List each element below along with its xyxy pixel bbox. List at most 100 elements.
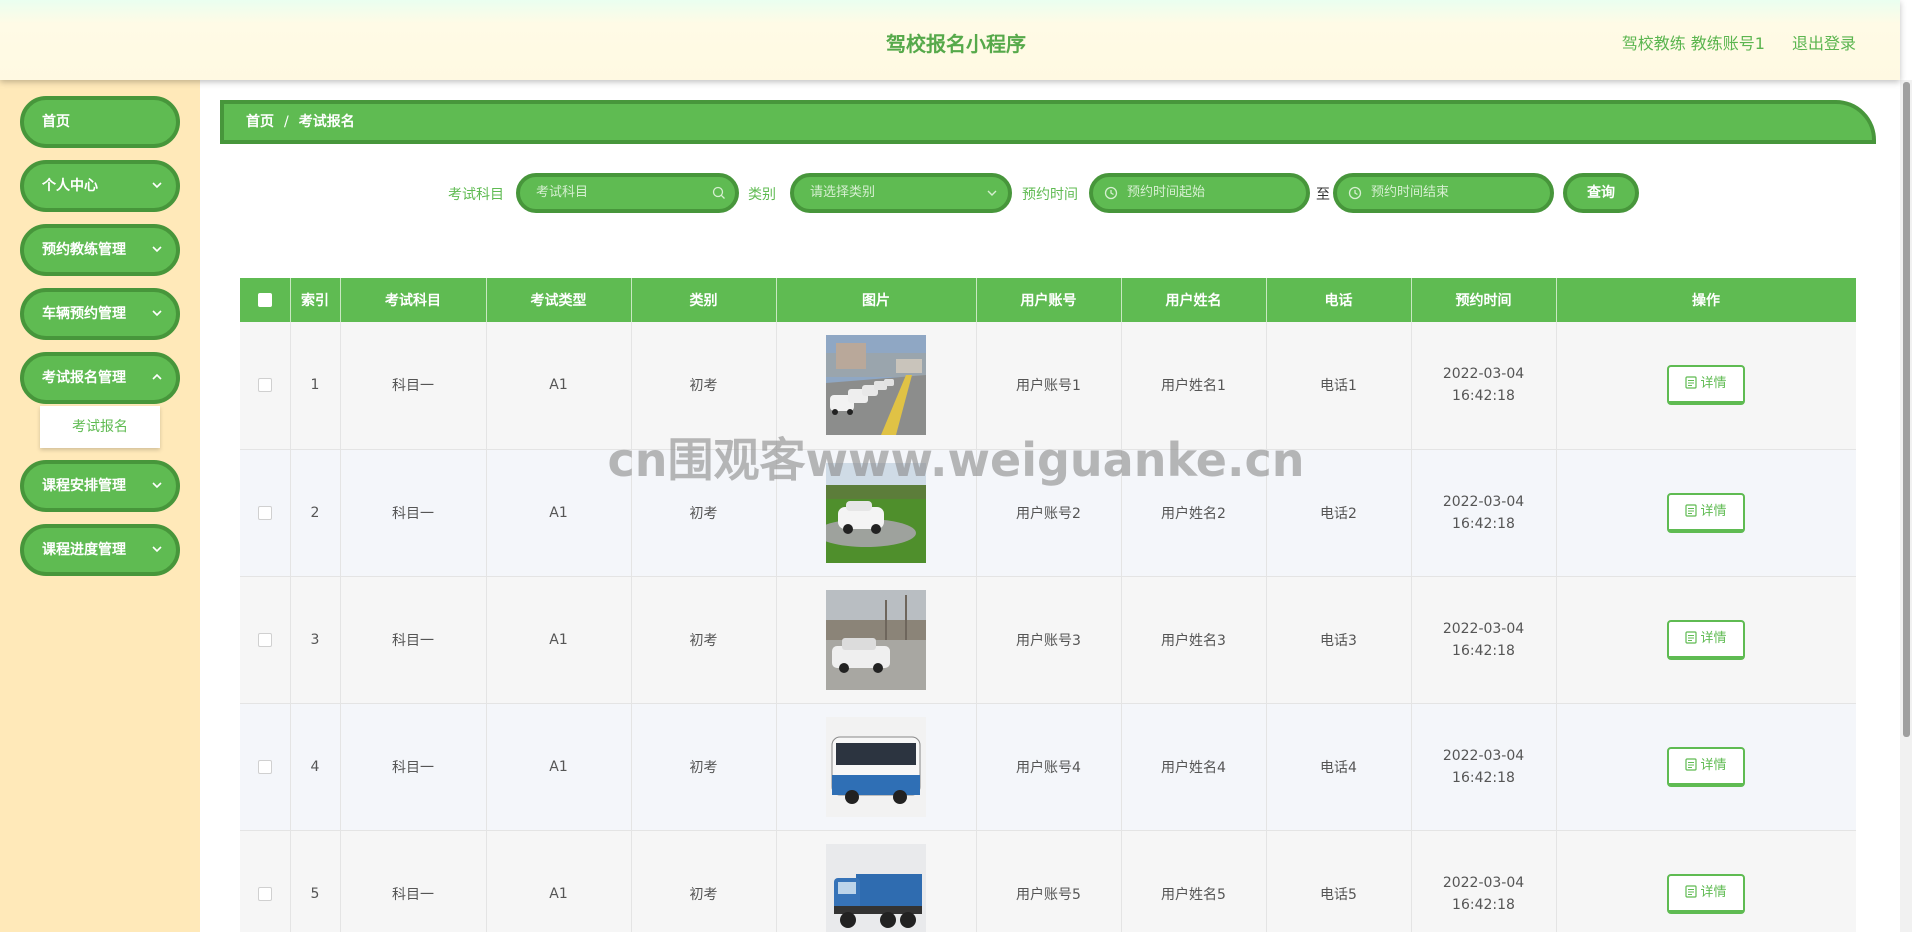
header-category: 类别 — [631, 278, 777, 322]
cell-exam-type: A1 — [486, 576, 632, 704]
cell-exam-type: A1 — [486, 322, 632, 450]
cell-account: 用户账号4 — [976, 703, 1122, 831]
category-select-placeholder: 请选择类别 — [810, 185, 876, 200]
query-button[interactable]: 查询 — [1563, 173, 1639, 213]
cell-time: 2022-03-04 16:42:18 — [1411, 830, 1557, 932]
sidebar-item-course-progress[interactable]: 课程进度管理 — [20, 524, 180, 576]
logout-link[interactable]: 退出登录 — [1792, 30, 1856, 54]
table-row: 4 科目一 A1 初考 用户账号4 用户姓名4 电话4 2022-03-04 1… — [240, 703, 1856, 831]
sidebar-item-exam-registration[interactable]: 考试报名管理 — [20, 352, 180, 404]
cell-name: 用户姓名3 — [1121, 576, 1267, 704]
breadcrumb-separator: / — [284, 114, 289, 130]
cell-action: 详情 — [1556, 703, 1856, 831]
document-icon — [1685, 884, 1698, 898]
cell-account: 用户账号2 — [976, 449, 1122, 577]
time-filter-label: 预约时间 — [1022, 187, 1078, 203]
row-checkbox-cell — [240, 449, 291, 577]
clock-icon — [1348, 186, 1362, 200]
cell-name: 用户姓名2 — [1121, 449, 1267, 577]
cell-index: 3 — [290, 576, 341, 704]
header-checkbox-cell — [240, 278, 291, 322]
cell-category: 初考 — [631, 703, 777, 831]
sidebar-item-coach-booking[interactable]: 预约教练管理 — [20, 224, 180, 276]
detail-button-label: 详情 — [1700, 630, 1727, 646]
cell-index: 1 — [290, 322, 341, 450]
table-row: 2 科目一 A1 初考 用户账号2 用户姓名2 电话2 2022-03-04 1… — [240, 449, 1856, 577]
sidebar-item-label: 车辆预约管理 — [42, 306, 126, 322]
sidebar-item-home[interactable]: 首页 — [20, 96, 180, 148]
category-filter-label: 类别 — [748, 187, 776, 203]
header-time: 预约时间 — [1411, 278, 1557, 322]
scrollbar-thumb[interactable] — [1903, 82, 1910, 737]
cell-category: 初考 — [631, 449, 777, 577]
cell-name: 用户姓名4 — [1121, 703, 1267, 831]
header-phone: 电话 — [1266, 278, 1412, 322]
subject-input[interactable]: 考试科目 — [516, 173, 739, 213]
subject-filter-label: 考试科目 — [448, 187, 504, 203]
row-checkbox[interactable] — [257, 632, 272, 647]
cell-phone: 电话3 — [1266, 576, 1412, 704]
end-time-input[interactable]: 预约时间结束 — [1333, 173, 1554, 213]
category-select[interactable]: 请选择类别 — [790, 173, 1012, 213]
detail-button[interactable]: 详情 — [1667, 492, 1745, 533]
detail-button[interactable]: 详情 — [1667, 746, 1745, 787]
white-car-on-grass-image — [826, 462, 926, 563]
detail-button-label: 详情 — [1700, 503, 1727, 519]
cell-image — [776, 449, 977, 577]
cell-subject: 科目一 — [340, 449, 487, 577]
sidebar-item-course-schedule[interactable]: 课程安排管理 — [20, 460, 180, 512]
detail-button[interactable]: 详情 — [1667, 619, 1745, 660]
cell-action: 详情 — [1556, 830, 1856, 932]
row-checkbox[interactable] — [257, 505, 272, 520]
cell-category: 初考 — [631, 576, 777, 704]
row-checkbox-cell — [240, 576, 291, 704]
header-image: 图片 — [776, 278, 977, 322]
sidebar-item-personal-center[interactable]: 个人中心 — [20, 160, 180, 212]
cell-index: 4 — [290, 703, 341, 831]
chevron-down-icon — [152, 482, 162, 489]
detail-button[interactable]: 详情 — [1667, 365, 1745, 406]
header-subject: 考试科目 — [340, 278, 487, 322]
cell-phone: 电话5 — [1266, 830, 1412, 932]
row-checkbox[interactable] — [257, 759, 272, 774]
breadcrumb-current: 考试报名 — [298, 114, 355, 130]
start-time-input[interactable]: 预约时间起始 — [1089, 173, 1310, 213]
header-name: 用户姓名 — [1121, 278, 1267, 322]
chevron-down-icon — [152, 310, 162, 317]
sidebar-item-vehicle-booking[interactable]: 车辆预约管理 — [20, 288, 180, 340]
select-all-checkbox[interactable] — [257, 293, 272, 307]
breadcrumb: 首页 / 考试报名 — [220, 100, 1876, 144]
sidebar-item-label: 考试报名管理 — [42, 370, 126, 386]
row-checkbox-cell — [240, 830, 291, 932]
cell-category: 初考 — [631, 830, 777, 932]
cell-time: 2022-03-04 16:42:18 — [1411, 576, 1557, 704]
submenu-item-exam-registration[interactable]: 考试报名 — [40, 406, 160, 448]
cell-subject: 科目一 — [340, 703, 487, 831]
detail-button[interactable]: 详情 — [1667, 873, 1745, 914]
cell-category: 初考 — [631, 322, 777, 450]
cell-index: 5 — [290, 830, 341, 932]
sidebar-item-label: 预约教练管理 — [42, 242, 126, 258]
sidebar-item-label: 课程安排管理 — [42, 478, 126, 494]
subject-input-placeholder: 考试科目 — [536, 185, 589, 200]
row-checkbox-cell — [240, 322, 291, 450]
cell-exam-type: A1 — [486, 703, 632, 831]
cell-phone: 电话2 — [1266, 449, 1412, 577]
sidebar: 首页 个人中心 预约教练管理 车辆预约管理 考试报名管理 考试报名 课程安排管理… — [0, 80, 200, 932]
chevron-up-icon — [152, 373, 162, 380]
registration-table: 索引 考试科目 考试类型 类别 图片 用户账号 用户姓名 电话 预约时间 操作 … — [240, 278, 1856, 932]
current-user: 驾校教练 教练账号1 — [1621, 34, 1765, 53]
row-checkbox[interactable] — [257, 886, 272, 901]
page-scrollbar[interactable] — [1900, 80, 1912, 932]
cell-account: 用户账号1 — [976, 322, 1122, 450]
detail-button-label: 详情 — [1700, 757, 1727, 773]
chevron-down-icon — [152, 246, 162, 253]
cell-index: 2 — [290, 449, 341, 577]
cell-exam-type: A1 — [486, 830, 632, 932]
breadcrumb-home[interactable]: 首页 — [246, 114, 274, 130]
chevron-down-icon — [152, 546, 162, 553]
row-checkbox[interactable] — [257, 378, 272, 393]
cell-name: 用户姓名1 — [1121, 322, 1267, 450]
table-header: 索引 考试科目 考试类型 类别 图片 用户账号 用户姓名 电话 预约时间 操作 — [240, 278, 1856, 322]
white-sedan-trees-image — [826, 589, 926, 690]
